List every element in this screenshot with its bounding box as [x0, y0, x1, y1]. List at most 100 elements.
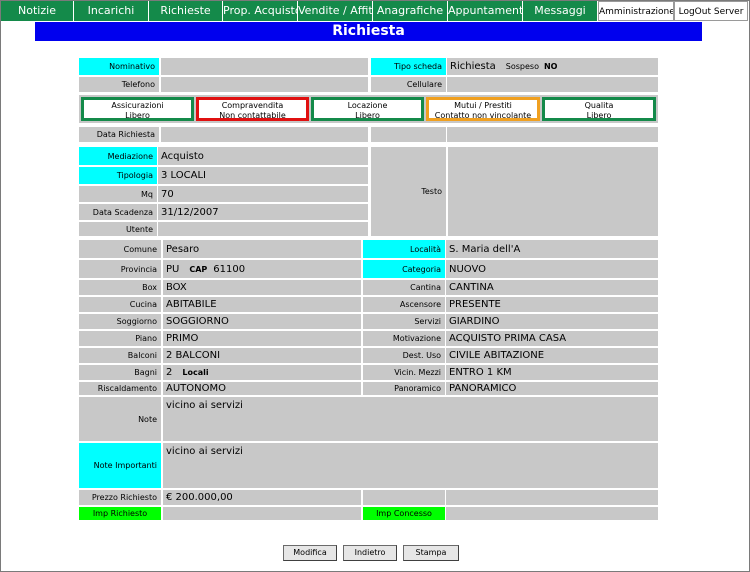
comune-label: Comune: [79, 240, 161, 258]
status-state: Libero: [125, 111, 150, 120]
data-richiesta-label: Data Richiesta: [79, 127, 159, 142]
status-state: Non contattabile: [219, 111, 286, 120]
note-label: Note: [79, 397, 161, 441]
stampa-button[interactable]: Stampa: [403, 545, 459, 561]
status-state: Contatto non vincolante: [434, 111, 532, 120]
status-title: Compravendita: [221, 101, 284, 110]
status-assicurazioni: Assicurazioni Libero: [81, 97, 194, 121]
cap-label: CAP: [189, 264, 208, 274]
mq-label: Mq: [79, 186, 157, 202]
riscaldamento-value: AUTONOMO: [163, 382, 361, 395]
tab-anagrafiche[interactable]: Anagrafiche: [373, 1, 448, 21]
dest-uso-label: Dest. Uso: [363, 348, 445, 363]
bagni-cell: 2 Locali: [163, 365, 361, 380]
status-title: Assicurazioni: [111, 101, 164, 110]
provincia-label: Provincia: [79, 260, 161, 278]
note-importanti-label: Note Importanti: [79, 443, 161, 488]
soggiorno-label: Soggiorno: [79, 314, 161, 329]
status-qualita: Qualita Libero: [542, 97, 656, 121]
dest-uso-value: CIVILE ABITAZIONE: [446, 348, 658, 363]
provincia-value: PU: [166, 263, 180, 275]
status-mutui-prestiti: Mutui / Prestiti Contatto non vincolante: [426, 97, 540, 121]
sospeso-value: NO: [543, 62, 558, 71]
page-title: Richiesta: [35, 22, 702, 41]
tab-amministrazione[interactable]: Amministrazione: [598, 1, 674, 21]
imp-concesso-label: Imp Concesso: [363, 507, 445, 520]
categoria-value: NUOVO: [446, 260, 658, 278]
tab-prop-acquisto[interactable]: Prop. Acquisto: [223, 1, 298, 21]
status-title: Locazione: [347, 101, 388, 110]
telefono-label: Telefono: [79, 77, 159, 92]
utente-value: [158, 222, 368, 236]
comune-value: Pesaro: [163, 240, 361, 258]
tipologia-label: Tipologia: [79, 167, 157, 184]
panoramico-value: PANORAMICO: [446, 382, 658, 395]
vicin-mezzi-label: Vicin. Mezzi: [363, 365, 445, 380]
utente-label: Utente: [79, 222, 157, 236]
nominativo-label: Nominativo: [79, 58, 159, 75]
bagni-label: Bagni: [79, 365, 161, 380]
logout-link[interactable]: LogOut: [679, 7, 711, 17]
cucina-value: ABITABILE: [163, 297, 361, 312]
tipo-scheda-cell: Richiesta Sospeso NO: [447, 58, 658, 75]
status-locazione: Locazione Libero: [311, 97, 424, 121]
cellulare-label: Cellulare: [371, 77, 446, 92]
status-state: Libero: [586, 111, 612, 120]
cellulare-value: [447, 77, 658, 92]
cantina-label: Cantina: [363, 280, 445, 295]
tab-appuntamenti[interactable]: Appuntamenti: [448, 1, 523, 21]
status-title: Mutui / Prestiti: [454, 101, 512, 110]
vicin-mezzi-value: ENTRO 1 KM: [446, 365, 658, 380]
telefono-value: [161, 77, 368, 92]
ascensore-label: Ascensore: [363, 297, 445, 312]
data-scadenza-label: Data Scadenza: [79, 204, 157, 220]
riscaldamento-label: Riscaldamento: [79, 382, 161, 395]
servizi-label: Servizi: [363, 314, 445, 329]
tab-logout-server: LogOut Server: [674, 1, 748, 21]
data-scadenza-value: 31/12/2007: [158, 204, 368, 220]
tab-messaggi[interactable]: Messaggi: [523, 1, 598, 21]
status-title: Qualita: [584, 101, 614, 110]
server-link[interactable]: Server: [714, 7, 744, 17]
cucina-label: Cucina: [79, 297, 161, 312]
balconi-label: Balconi: [79, 348, 161, 363]
modifica-button[interactable]: Modifica: [283, 545, 337, 561]
note-value: vicino ai servizi: [163, 397, 658, 441]
panoramico-label: Panoramico: [363, 382, 445, 395]
tab-notizie[interactable]: Notizie: [1, 1, 74, 21]
mq-value: 70: [158, 186, 368, 202]
bagni-unit: Locali: [182, 368, 209, 377]
imp-richiesto-value: [163, 507, 361, 520]
note-importanti-value: vicino ai servizi: [163, 443, 658, 488]
provincia-cell: PU CAP 61100: [163, 260, 361, 278]
box-value: BOX: [163, 280, 361, 295]
blank-cell: [447, 127, 658, 142]
tab-incarichi[interactable]: Incarichi: [74, 1, 149, 21]
imp-concesso-value: [446, 507, 658, 520]
tab-vendite-affitti[interactable]: Vendite / Affitti: [298, 1, 373, 21]
tipo-scheda-label: Tipo scheda: [371, 58, 446, 75]
blank-cell: [446, 490, 658, 505]
sospeso-label: Sospeso: [505, 62, 539, 71]
bagni-value: 2: [166, 367, 173, 378]
imp-richiesto-label: Imp Richiesto: [79, 507, 161, 520]
categoria-label: Categoria: [363, 260, 445, 278]
ascensore-value: PRESENTE: [446, 297, 658, 312]
motivazione-value: ACQUISTO PRIMA CASA: [446, 331, 658, 346]
tab-richieste[interactable]: Richieste: [149, 1, 223, 21]
indietro-button[interactable]: Indietro: [343, 545, 397, 561]
testo-value: [448, 147, 658, 236]
cantina-value: CANTINA: [446, 280, 658, 295]
servizi-value: GIARDINO: [446, 314, 658, 329]
mediazione-label: Mediazione: [79, 147, 157, 165]
status-state: Libero: [355, 111, 380, 120]
blank-cell: [363, 490, 445, 505]
tipo-scheda-value: Richiesta: [450, 61, 496, 72]
piano-label: Piano: [79, 331, 161, 346]
piano-value: PRIMO: [163, 331, 361, 346]
mediazione-value: Acquisto: [158, 147, 368, 165]
cap-value: 61100: [213, 263, 246, 275]
localita-label: Località: [363, 240, 445, 258]
status-compravendita: Compravendita Non contattabile: [196, 97, 309, 121]
motivazione-label: Motivazione: [363, 331, 445, 346]
